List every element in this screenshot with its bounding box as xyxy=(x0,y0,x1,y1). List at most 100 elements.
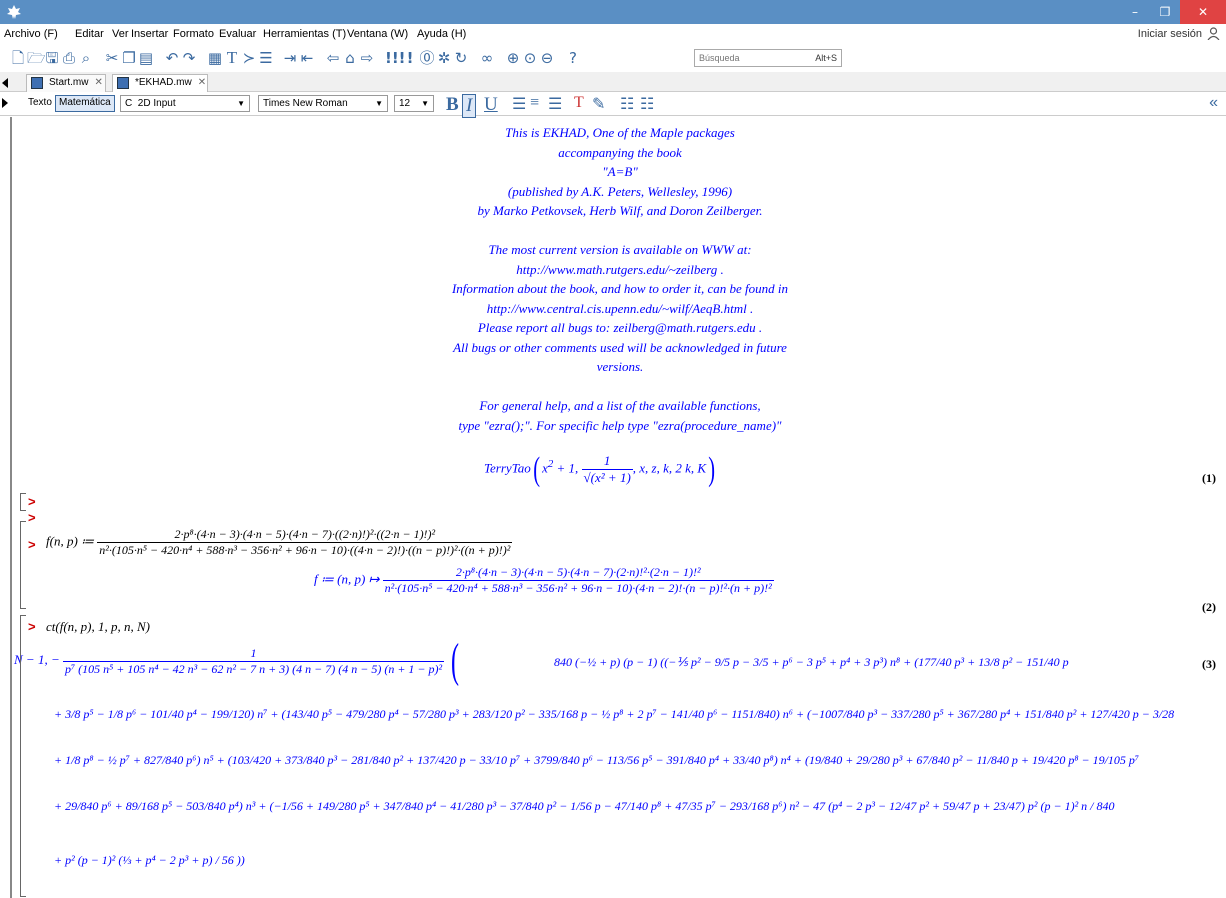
underline-button[interactable]: U xyxy=(484,94,498,116)
stop-icon[interactable]: ⓪ xyxy=(419,50,435,66)
tab-label: Start.mw xyxy=(49,77,89,88)
menu-insertar[interactable]: Insertar xyxy=(131,28,168,40)
open-paren: ( xyxy=(533,450,540,488)
worksheet[interactable]: This is EKHAD, One of the Maple packages… xyxy=(14,117,1226,898)
plot-icon[interactable]: ▦ xyxy=(207,50,223,66)
text-insert-icon[interactable]: T xyxy=(224,49,240,66)
banner-line: For general help, and a list of the avai… xyxy=(479,398,761,413)
size-select[interactable]: 12 ▼ xyxy=(394,95,434,112)
package-banner: This is EKHAD, One of the Maple packages… xyxy=(14,123,1226,435)
help-icon[interactable]: ? xyxy=(565,50,581,66)
math-mode-button[interactable]: Matemática xyxy=(55,95,115,112)
italic-button[interactable]: I xyxy=(462,94,477,118)
print-preview-icon[interactable]: ⌕ xyxy=(78,50,94,66)
restore-button[interactable]: ❐ xyxy=(1150,0,1180,24)
outdent-icon[interactable]: ⇤ xyxy=(299,50,315,66)
bullet-list-icon[interactable]: ☷ xyxy=(620,94,634,114)
expand-right-icon[interactable] xyxy=(2,98,8,108)
execution-group-bracket[interactable] xyxy=(20,615,26,897)
numbered-list-icon[interactable]: ☷ xyxy=(640,94,654,114)
menu-ver[interactable]: Ver xyxy=(112,28,129,40)
menu-ventana[interactable]: Ventana (W) xyxy=(347,28,408,40)
menu-herramientas[interactable]: Herramientas (T) xyxy=(263,28,346,40)
execute-all-icon[interactable]: !!! xyxy=(385,50,406,66)
close-tab-icon[interactable]: ✕ xyxy=(198,77,206,88)
equation-label-1: (1) xyxy=(1202,471,1216,485)
input-3-expression[interactable]: ct(f(n, p), 1, p, n, N) xyxy=(46,619,150,635)
prompt-empty-1[interactable]: > xyxy=(28,494,36,509)
fraction-numerator: 1 xyxy=(581,453,633,470)
copy-icon[interactable]: ❐ xyxy=(121,50,137,66)
font-select[interactable]: Times New Roman ▼ xyxy=(258,95,388,112)
menu-editar[interactable]: Editar xyxy=(75,28,104,40)
main-toolbar: 🗋 🗁 🖫 ⎙ ⌕ ✂ ❐ ▤ ↶ ↷ ▦ T ≻ ☰ ⇥ ⇤ ⇦ ⌂ ⇨ !!… xyxy=(0,44,1226,72)
home-icon[interactable]: ⌂ xyxy=(342,50,358,66)
menu-bar: Archivo (F) Editar Ver Insertar Formato … xyxy=(0,24,1226,44)
align-left-icon[interactable]: ☰ xyxy=(512,94,526,114)
link-icon[interactable]: ∞ xyxy=(479,50,495,66)
search-input[interactable] xyxy=(695,50,795,66)
fraction-denominator: n²·(105·n⁵ − 420·n⁴ + 588·n³ − 356·n² + … xyxy=(384,581,772,595)
output-3-line-2: + 3/8 p⁵ − 1/8 p⁶ − 101/40 p⁴ − 199/120)… xyxy=(54,707,1175,721)
zoom-out-icon[interactable]: ⊖ xyxy=(539,50,555,66)
banner-line: versions. xyxy=(596,359,644,374)
fraction-denominator: p⁷ (105 n⁵ + 105 n⁴ − 42 n³ − 62 n² − 7 … xyxy=(64,661,443,676)
save-icon[interactable]: 🖫 xyxy=(44,50,60,66)
print-icon[interactable]: ⎙ xyxy=(61,50,77,66)
text-mode-button[interactable]: Texto xyxy=(28,97,52,108)
section-icon[interactable]: ☰ xyxy=(258,50,274,66)
output-1-fraction: 1 √(x² + 1) xyxy=(581,453,633,486)
input-type-select[interactable]: C 2D Input ▼ xyxy=(120,95,250,112)
execution-group-bracket[interactable] xyxy=(20,521,26,609)
prompt-empty-2[interactable]: > xyxy=(28,510,36,525)
document-margin xyxy=(10,117,12,898)
back-icon[interactable]: ⇦ xyxy=(325,50,341,66)
zoom-in-icon[interactable]: ⊕ xyxy=(505,50,521,66)
menu-ayuda[interactable]: Ayuda (H) xyxy=(417,28,466,40)
paste-icon[interactable]: ▤ xyxy=(138,50,154,66)
menu-evaluar[interactable]: Evaluar xyxy=(219,28,256,40)
output-3-line-5: + p² (p − 1)² (⅓ + p⁴ − 2 p³ + p) / 56 )… xyxy=(54,853,245,867)
redo-icon[interactable]: ↷ xyxy=(181,50,197,66)
equation-label-3: (3) xyxy=(1202,657,1216,671)
open-folder-icon[interactable]: 🗁 xyxy=(27,50,46,66)
search-shortcut: Alt+S xyxy=(815,53,837,63)
indent-icon[interactable]: ⇥ xyxy=(282,50,298,66)
user-icon[interactable] xyxy=(1207,27,1220,40)
menu-archivo[interactable]: Archivo (F) xyxy=(4,28,58,40)
collapse-left-icon[interactable] xyxy=(2,78,8,88)
debug-icon[interactable]: ✲ xyxy=(436,50,452,66)
math-prompt-icon[interactable]: ≻ xyxy=(241,50,257,66)
align-center-icon[interactable]: ≡ xyxy=(530,94,539,112)
highlight-icon[interactable]: ✎ xyxy=(592,94,605,114)
collapse-panel-icon[interactable]: « xyxy=(1209,94,1218,112)
undo-icon[interactable]: ↶ xyxy=(164,50,180,66)
new-file-icon[interactable]: 🗋 xyxy=(10,50,26,66)
output-1-expression: TerryTao(x2 + 1, 1 √(x² + 1), x, z, k, 2 … xyxy=(484,450,717,488)
tab-start[interactable]: Start.mw ✕ xyxy=(26,74,106,92)
close-tab-icon[interactable]: ✕ xyxy=(94,77,102,88)
prompt-input-3[interactable]: > xyxy=(28,619,36,634)
signin-link[interactable]: Iniciar sesión xyxy=(1138,28,1202,40)
cut-icon[interactable]: ✂ xyxy=(104,50,120,66)
output-1-plus: + 1, xyxy=(553,460,582,476)
menu-formato[interactable]: Formato xyxy=(173,28,214,40)
forward-icon[interactable]: ⇨ xyxy=(359,50,375,66)
text-color-icon[interactable]: T xyxy=(574,94,584,112)
restart-icon[interactable]: ↻ xyxy=(453,50,469,66)
execute-icon[interactable]: ! xyxy=(402,50,418,66)
prompt-input-2[interactable]: > xyxy=(28,537,36,552)
close-window-button[interactable]: ✕ xyxy=(1180,0,1226,24)
tab-ekhad[interactable]: *EKHAD.mw ✕ xyxy=(112,74,208,92)
document-icon xyxy=(117,77,129,89)
input-2-expression[interactable]: f(n, p) ≔ 2·p⁸·(4·n − 3)·(4·n − 5)·(4·n … xyxy=(46,527,513,558)
minimize-button[interactable]: – xyxy=(1120,0,1150,24)
input-prefix: C xyxy=(125,98,133,109)
output-2-fraction: 2·p⁸·(4·n − 3)·(4·n − 5)·(4·n − 7)·(2·n)… xyxy=(382,565,774,596)
bold-button[interactable]: B xyxy=(446,94,459,116)
execution-group-bracket[interactable] xyxy=(20,493,26,511)
banner-line: type "ezra();". For specific help type "… xyxy=(458,417,782,433)
zoom-reset-icon[interactable]: ⊙ xyxy=(522,50,538,66)
close-paren: ) xyxy=(708,450,716,488)
align-right-icon[interactable]: ☰ xyxy=(548,94,562,114)
